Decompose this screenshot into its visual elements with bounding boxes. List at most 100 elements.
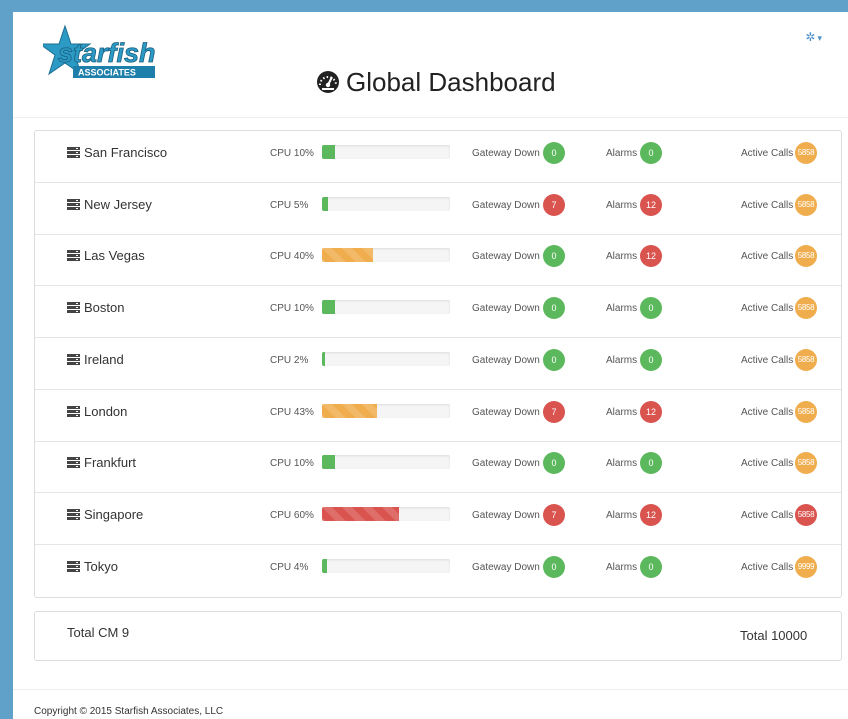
active-calls-label: Active Calls (741, 355, 794, 366)
site-name-text: Frankfurt (84, 455, 137, 470)
alarms-label: Alarms (606, 200, 638, 211)
cpu-label: CPU 5% (270, 200, 309, 211)
cpu-progress-fill (322, 559, 328, 573)
alarms-label: Alarms (606, 303, 638, 314)
active-calls-label: Active Calls (741, 200, 794, 211)
site-name[interactable]: Ireland (67, 352, 124, 367)
cpu-label: CPU 43% (270, 407, 314, 418)
site-name-text: Ireland (84, 352, 124, 367)
footer-divider (13, 689, 848, 690)
site-row[interactable]: San Francisco CPU 10% Gateway Down 0 Alarms 0… (35, 131, 841, 183)
alarms-label: Alarms (606, 510, 638, 521)
gear-icon: ✲ (805, 30, 816, 44)
cpu-progress-bar (322, 455, 450, 469)
alarms-badge: 12 (640, 194, 662, 216)
header-divider (13, 117, 848, 118)
active-calls-badge: 5858 (795, 401, 817, 423)
active-calls-label: Active Calls (741, 148, 794, 159)
site-name-text: Singapore (84, 507, 144, 522)
gateway-down-label: Gateway Down (472, 510, 540, 521)
cpu-progress-bar (322, 404, 450, 418)
site-name-text: London (84, 404, 128, 419)
site-name[interactable]: Boston (67, 300, 124, 315)
page-title-text: Global Dashboard (346, 67, 556, 97)
site-row[interactable]: Singapore CPU 60% Gateway Down 7 Alarms 12 Act… (35, 493, 841, 545)
footer-copyright: Copyright © 2015 Starfish Associates, LL… (34, 706, 224, 717)
server-icon (67, 406, 80, 417)
cpu-progress-fill (322, 404, 378, 418)
alarms-badge: 0 (640, 452, 662, 474)
gateway-down-label: Gateway Down (472, 562, 540, 573)
site-name[interactable]: San Francisco (67, 145, 167, 160)
active-calls-badge: 9999 (795, 556, 817, 578)
cpu-label: CPU 10% (270, 458, 314, 469)
server-icon (67, 354, 80, 365)
alarms-label: Alarms (606, 407, 638, 418)
cpu-progress-bar (322, 352, 450, 366)
gateway-down-badge: 7 (543, 504, 565, 526)
server-icon (67, 509, 80, 520)
site-name-text: Las Vegas (84, 248, 145, 263)
site-row[interactable]: Ireland CPU 2% Gateway Down 0 Alarms 0 Active … (35, 338, 841, 390)
server-icon (67, 302, 80, 313)
active-calls-label: Active Calls (741, 562, 794, 573)
cpu-progress-fill (322, 248, 374, 262)
cpu-progress-bar (322, 197, 450, 211)
cpu-label: CPU 2% (270, 355, 309, 366)
cpu-progress-fill (322, 145, 335, 159)
server-icon (67, 147, 80, 158)
cpu-progress-bar (322, 145, 450, 159)
gateway-down-label: Gateway Down (472, 407, 540, 418)
gateway-down-label: Gateway Down (472, 355, 540, 366)
alarms-badge: 12 (640, 401, 662, 423)
gateway-down-label: Gateway Down (472, 458, 540, 469)
site-name[interactable]: Tokyo (67, 559, 118, 574)
logo-text: starfish (58, 38, 156, 68)
cpu-progress-fill (322, 352, 325, 366)
cpu-progress-fill (322, 300, 335, 314)
site-row[interactable]: London CPU 43% Gateway Down 7 Alarms 12 Active… (35, 390, 841, 442)
alarms-label: Alarms (606, 148, 638, 159)
cpu-label: CPU 60% (270, 510, 314, 521)
site-name[interactable]: Singapore (67, 507, 143, 522)
site-name[interactable]: London (67, 404, 127, 419)
gateway-down-badge: 7 (543, 401, 565, 423)
site-row[interactable]: Las Vegas CPU 40% Gateway Down 0 Alarms 12 Act… (35, 234, 841, 286)
active-calls-label: Active Calls (741, 458, 794, 469)
gateway-down-label: Gateway Down (472, 200, 540, 211)
settings-dropdown[interactable]: ✲ ▾ (805, 30, 822, 44)
active-calls-badge: 5858 (795, 142, 817, 164)
alarms-badge: 0 (640, 349, 662, 371)
site-name-text: Boston (84, 300, 125, 315)
site-name[interactable]: New Jersey (67, 197, 152, 212)
site-row[interactable]: Tokyo CPU 4% Gateway Down 0 Alarms 0 Active Ca… (35, 545, 841, 596)
starfish-logo: starfish ASSOCIATES (43, 24, 156, 78)
alarms-label: Alarms (606, 355, 638, 366)
active-calls-label: Active Calls (741, 251, 794, 262)
site-row[interactable]: Frankfurt CPU 10% Gateway Down 0 Alarms 0 Acti… (35, 441, 841, 493)
site-row[interactable]: Boston CPU 10% Gateway Down 0 Alarms 0 Active … (35, 286, 841, 338)
gateway-down-badge: 7 (543, 194, 565, 216)
page-title: Global Dashboard (316, 67, 556, 98)
alarms-label: Alarms (606, 251, 638, 262)
total-cm: Total CM 9 (67, 625, 130, 640)
site-name[interactable]: Las Vegas (67, 248, 145, 263)
gateway-down-badge: 0 (543, 349, 565, 371)
cpu-label: CPU 40% (270, 251, 314, 262)
site-name[interactable]: Frankfurt (67, 455, 136, 470)
active-calls-badge: 5858 (795, 297, 817, 319)
active-calls-badge: 5858 (795, 245, 817, 267)
cpu-progress-fill (322, 507, 399, 521)
active-calls-badge: 5858 (795, 452, 817, 474)
alarms-badge: 0 (640, 297, 662, 319)
site-row[interactable]: New Jersey CPU 5% Gateway Down 7 Alarms 12 Act… (35, 183, 841, 235)
site-list: San Francisco CPU 10% Gateway Down 0 Alarms 0… (34, 130, 842, 598)
alarms-badge: 12 (640, 504, 662, 526)
alarms-badge: 12 (640, 245, 662, 267)
active-calls-label: Active Calls (741, 407, 794, 418)
alarms-label: Alarms (606, 458, 638, 469)
gateway-down-label: Gateway Down (472, 251, 540, 262)
header: starfish ASSOCIATES ✲ ▾ Global Dashboard (13, 12, 848, 112)
server-icon (67, 457, 80, 468)
gateway-down-badge: 0 (543, 556, 565, 578)
